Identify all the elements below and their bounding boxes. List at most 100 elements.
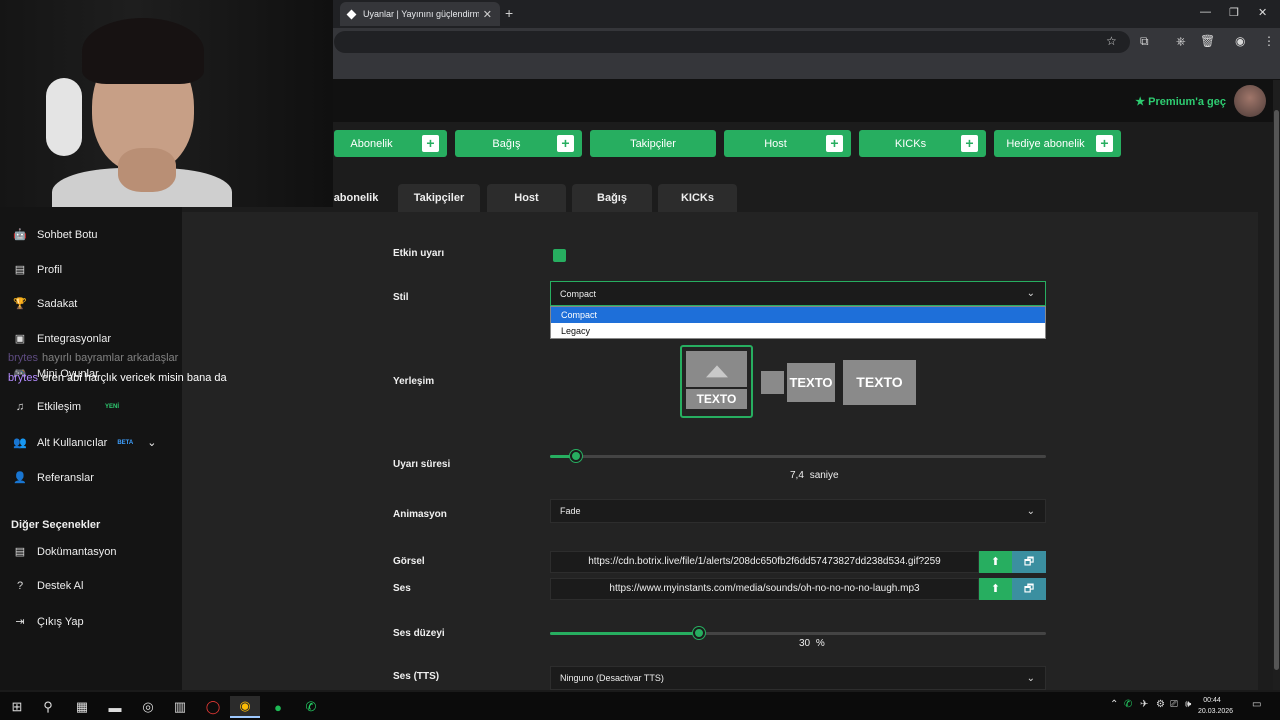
sidebar-item-sohbet-botu[interactable]: 🤖 Sohbet Botu (12, 228, 98, 242)
button-label: Abonelik (350, 137, 393, 150)
sidebar-item-referanslar[interactable]: 👤 Referanslar (12, 471, 94, 485)
layout-option-overlay[interactable]: TEXTO (843, 360, 916, 405)
plus-icon: + (557, 135, 574, 152)
upload-icon[interactable]: ⬆ (979, 551, 1012, 573)
browser-tab[interactable]: Uyanlar | Yayınını güçlendirmek ✕ (340, 2, 500, 26)
network-icon[interactable]: ⎚ (1170, 699, 1178, 710)
layout-option-stacked[interactable]: TEXTO (680, 345, 753, 418)
duration-label: Uyarı süresi (393, 459, 451, 470)
tab-host[interactable]: Host (487, 184, 566, 212)
plus-icon: + (961, 135, 978, 152)
sidebar-item-label: Profil (37, 263, 63, 276)
tab-kicks[interactable]: KICKs (658, 184, 737, 212)
premium-link[interactable]: ★ Premium'a geç (1135, 95, 1226, 108)
avatar[interactable] (1234, 85, 1266, 117)
menu-icon[interactable]: ⋮ (1263, 34, 1275, 48)
active-alert-checkbox[interactable] (553, 249, 566, 262)
add-kicks-button[interactable]: KICKs + (859, 130, 986, 157)
extension-icon[interactable]: ⎈ (1176, 34, 1186, 49)
sidebar-item-label: Dokümantasyon (37, 545, 117, 558)
upload-icon[interactable]: ⬆ (979, 578, 1012, 600)
scrollbar-thumb[interactable] (1274, 110, 1279, 670)
sidebar-item-destek-al[interactable]: ? Destek Al (12, 580, 84, 592)
id-card-icon: ▤ (14, 264, 26, 276)
animation-label: Animasyon (393, 509, 447, 520)
tab-bagis[interactable]: Bağış (572, 184, 652, 212)
notifications-icon[interactable]: ▭ (1252, 699, 1261, 710)
volume-slider[interactable] (550, 627, 1046, 639)
webcam-person-hair (82, 18, 204, 84)
new-tab-button[interactable]: + (505, 5, 513, 21)
tab-title: Uyanlar | Yayınını güçlendirmek (363, 9, 479, 19)
tts-label: Ses (TTS) (393, 671, 440, 682)
calculator-icon[interactable]: ▥ (165, 696, 195, 718)
plus-icon: + (1096, 135, 1113, 152)
sidebar-item-dokumantasyon[interactable]: ▤ Dokümantasyon (12, 545, 117, 559)
image-placeholder-icon (686, 351, 747, 387)
sound-url-input[interactable]: https://www.myinstants.com/media/sounds/… (550, 578, 979, 600)
add-abonelik-button[interactable]: Abonelik + (334, 130, 447, 157)
sidebar-item-label: Referanslar (37, 471, 94, 484)
clock-time: 00:44 (1203, 697, 1221, 704)
sidebar-item-profil[interactable]: ▤ Profil (12, 263, 63, 277)
gallery-icon[interactable]: 🗗 (1012, 578, 1046, 600)
maximize-button[interactable]: ❐ (1229, 6, 1239, 19)
omnibox[interactable] (334, 31, 1130, 53)
minimize-button[interactable]: — (1200, 6, 1211, 18)
trash-icon[interactable]: 🗑 (1200, 34, 1215, 48)
style-select[interactable]: Compact ⌄ (550, 281, 1046, 306)
tray-steam-icon[interactable]: ⚙ (1156, 699, 1165, 710)
sidebar-item-label: Sohbet Botu (37, 228, 98, 241)
sidebar-item-etkilesim[interactable]: ♫ Etkileşim YENİ (12, 401, 119, 413)
duration-slider[interactable] (550, 450, 1046, 462)
volume-slider-handle[interactable] (692, 627, 705, 639)
add-host-button[interactable]: Host + (724, 130, 851, 157)
tab-takipciler[interactable]: Takipçiler (398, 184, 480, 212)
visual-url-input[interactable]: https://cdn.botrix.live/file/1/alerts/20… (550, 551, 979, 573)
search-icon[interactable]: ⚲ (33, 696, 63, 718)
sidebar-item-alt-kullanicilar[interactable]: 👥 Alt Kullanıcılar BETA ⌄ (12, 436, 157, 450)
sidebar: 🤖 Sohbet Botu ▤ Profil 🏆 Sadakat ▣ Entegrasy… (0, 207, 182, 690)
spotify-icon[interactable]: ● (263, 696, 293, 718)
gallery-icon[interactable]: 🗗 (1012, 551, 1046, 573)
store-icon[interactable]: ▦ (67, 696, 97, 718)
webcam-headset (46, 78, 82, 156)
layout-option-side[interactable]: TEXTO (761, 363, 835, 402)
chrome-icon[interactable]: ◉ (230, 696, 260, 718)
dropdown-option-legacy[interactable]: Legacy (551, 323, 1045, 339)
add-bagis-button[interactable]: Bağış + (455, 130, 582, 157)
windows-start-icon[interactable]: ⊞ (2, 696, 32, 718)
file-explorer-icon[interactable]: ▬ (100, 696, 130, 718)
opera-icon[interactable]: ◯ (198, 696, 228, 718)
document-icon: ▤ (14, 546, 26, 558)
page-scrollbar[interactable] (1273, 80, 1280, 690)
layout-label: Yerleşim (393, 376, 435, 387)
chat-message: brytes eren abi harçlık vericek misin ban… (8, 372, 227, 384)
add-hediye-abonelik-button[interactable]: Hediye abonelik + (994, 130, 1121, 157)
add-takipciler-button[interactable]: Takipçiler (590, 130, 716, 157)
tts-select[interactable]: Ninguno (Desactivar TTS) ⌄ (550, 666, 1046, 690)
close-window-button[interactable]: ✕ (1258, 6, 1267, 19)
sidebar-item-sadakat[interactable]: 🏆 Sadakat (12, 297, 77, 311)
profile-icon[interactable]: ◉ (1235, 34, 1245, 48)
bookmark-star-icon[interactable]: ☆ (1106, 34, 1117, 48)
sidebar-item-entegrasyonlar[interactable]: ▣ Entegrasyonlar (12, 332, 111, 346)
dropdown-option-compact[interactable]: Compact (551, 307, 1045, 323)
chevron-down-icon: ⌄ (147, 437, 157, 449)
chat-username: brytes (8, 372, 38, 384)
tab-close-icon[interactable]: ✕ (483, 8, 492, 21)
chat-username: brytes (8, 352, 38, 364)
app-icon[interactable]: ◎ (133, 696, 163, 718)
sidebar-item-cikis-yap[interactable]: ⇥ Çıkış Yap (12, 615, 83, 629)
system-clock[interactable]: 00:44 20.03.2026 (1198, 695, 1233, 717)
volume-slider-fill (550, 632, 699, 635)
tray-chevron-icon[interactable]: ⌃ (1110, 699, 1118, 710)
animation-select[interactable]: Fade ⌄ (550, 499, 1046, 523)
volume-icon[interactable]: 🕪 (1185, 699, 1191, 710)
duration-unit: saniye (809, 470, 839, 481)
tray-whatsapp-icon[interactable]: ✆ (1124, 699, 1132, 710)
tray-app-icon[interactable]: ✈ (1140, 699, 1148, 710)
premium-label: Premium'a geç (1148, 96, 1226, 108)
extensions-icon[interactable]: ⧉ (1140, 34, 1149, 49)
whatsapp-icon[interactable]: ✆ (296, 696, 326, 718)
